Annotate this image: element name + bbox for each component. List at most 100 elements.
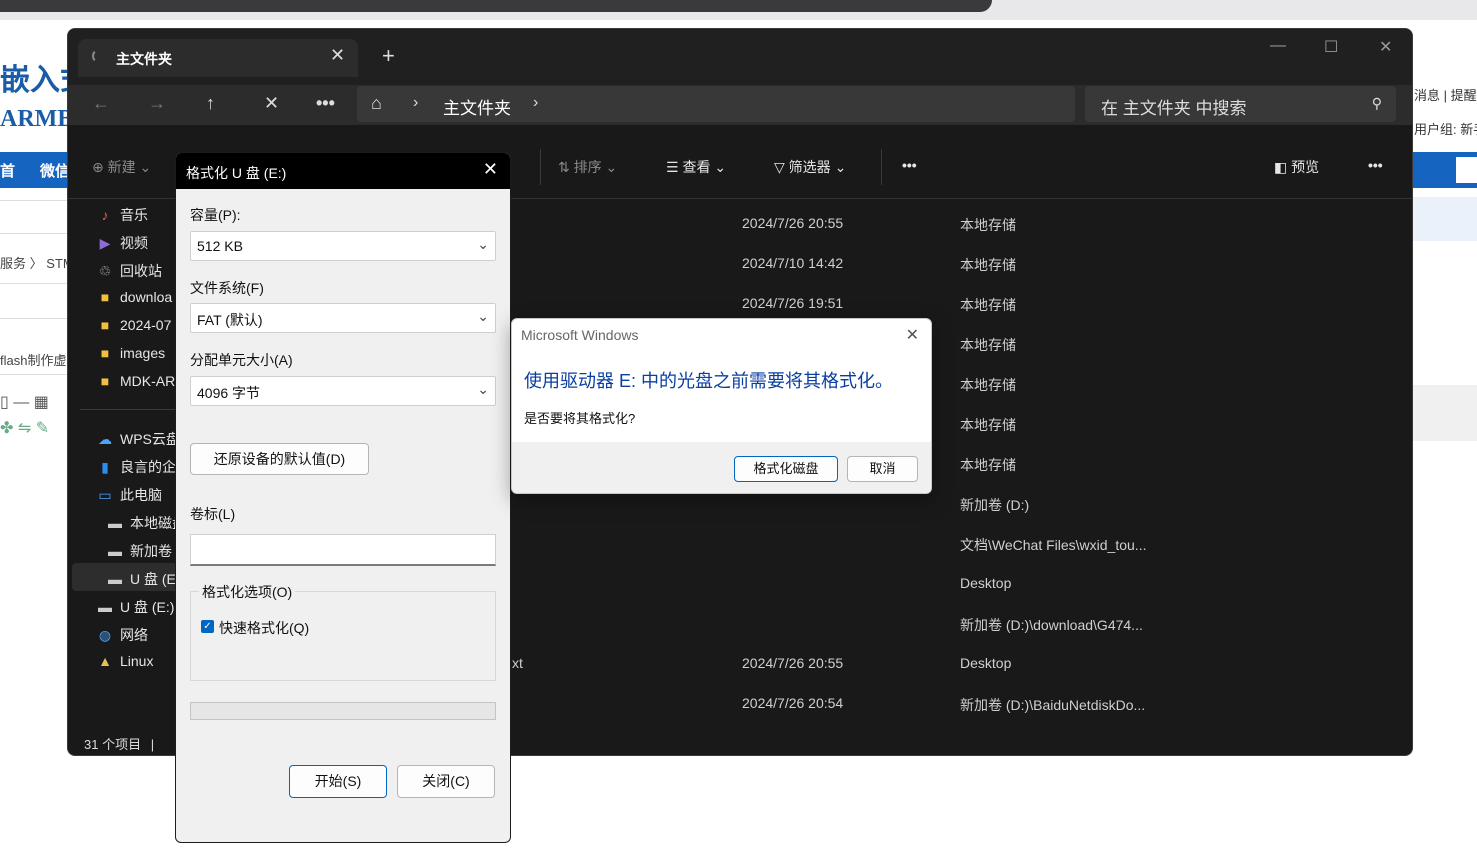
restore-defaults-button[interactable]: 还原设备的默认值(D) xyxy=(190,443,369,475)
cancel-button[interactable]: 取消 xyxy=(847,456,918,482)
title-bar: 主文件夹 ✕ + — ☐ ✕ xyxy=(68,29,1412,85)
new-button[interactable]: ⊕ 新建 ⌄ xyxy=(92,157,151,177)
breadcrumb-separator: 〉 xyxy=(29,256,43,271)
preview-pane-icon: ◧ xyxy=(1274,159,1288,175)
filter-button[interactable]: ▽ 筛选器 ⌄ xyxy=(774,157,846,177)
site-banner xyxy=(1412,197,1477,241)
format-options-group: 格式化选项(O) ✓ 快速格式化(Q) xyxy=(190,582,496,681)
address-text[interactable]: 主文件夹 xyxy=(443,94,511,119)
view-button-label: 查看 xyxy=(682,159,711,175)
forward-icon[interactable]: → xyxy=(148,93,166,114)
row-location[interactable]: 本地存储 xyxy=(960,415,1016,435)
preview-button-label: 预览 xyxy=(1291,159,1320,175)
search-box[interactable]: 在 主文件夹 中搜索 ⚲ xyxy=(1085,86,1396,122)
row-location[interactable]: 本地存储 xyxy=(960,375,1016,395)
tab-title: 主文件夹 xyxy=(116,51,172,67)
messages-link-text[interactable]: 消息 xyxy=(1414,88,1440,103)
row-location[interactable]: 文档\WeChat Files\wxid_tou... xyxy=(960,535,1146,555)
item-count: 31 个项目 xyxy=(84,737,142,752)
row-date[interactable]: 2024/7/26 19:51 xyxy=(742,295,843,311)
format-disk-button[interactable]: 格式化磁盘 xyxy=(734,456,838,482)
sort-icon: ⇅ xyxy=(558,159,570,175)
file-system-value: FAT (默认) xyxy=(197,312,263,328)
site-nav-item-wechat[interactable]: 微信 xyxy=(40,160,70,181)
capacity-label: 容量(P): xyxy=(190,207,241,223)
chevron-down-icon: ⌄ xyxy=(834,159,847,175)
close-icon[interactable]: ✕ xyxy=(483,159,498,180)
search-icon[interactable]: ⚲ xyxy=(1372,95,1382,112)
tab-close-icon[interactable]: ✕ xyxy=(330,45,345,66)
row-location[interactable]: 本地存储 xyxy=(960,255,1016,275)
row-date[interactable]: 2024/7/26 20:55 xyxy=(742,655,843,671)
volume-label-label: 卷标(L) xyxy=(190,506,236,522)
back-icon[interactable]: ← xyxy=(92,93,110,114)
row-location[interactable]: Desktop xyxy=(960,575,1011,591)
row-location[interactable]: 新加卷 (D:)\BaiduNetdiskDo... xyxy=(960,695,1145,715)
row-location[interactable]: Desktop xyxy=(960,655,1011,671)
file-system-label: 文件系统(F) xyxy=(190,280,264,296)
row-name[interactable]: xt xyxy=(512,655,523,671)
row-location[interactable]: 本地存储 xyxy=(960,335,1016,355)
chevron-down-icon: ⌄ xyxy=(477,236,489,252)
file-system-select[interactable]: FAT (默认) ⌄ xyxy=(190,303,496,333)
chevron-right-icon[interactable]: › xyxy=(413,94,418,112)
chevron-down-icon: ⌄ xyxy=(477,381,489,397)
see-more-icon[interactable]: ••• xyxy=(1368,157,1383,173)
preview-button[interactable]: ◧ 预览 xyxy=(1274,157,1319,177)
link-separator: | xyxy=(1443,88,1448,103)
row-location[interactable]: 新加卷 (D:)\download\G474... xyxy=(960,615,1143,635)
volume-label-input[interactable] xyxy=(190,534,496,566)
divider xyxy=(0,283,70,284)
filter-icon: ▽ xyxy=(774,159,785,175)
row-date[interactable]: 2024/7/26 20:54 xyxy=(742,695,843,711)
view-list-icon: ☰ xyxy=(666,159,679,175)
quick-format-checkbox[interactable]: ✓ xyxy=(201,620,214,633)
capacity-select[interactable]: 512 KB ⌄ xyxy=(190,231,496,261)
editor-toolbar-icons-row2[interactable]: ✤ ⇋ ✎ xyxy=(0,418,49,438)
editor-toolbar-icons[interactable]: ▯ — ▦ xyxy=(0,392,49,412)
home-icon[interactable]: ⌂ xyxy=(371,93,382,114)
divider xyxy=(0,200,70,201)
search-placeholder[interactable]: 在 主文件夹 中搜索 xyxy=(1101,94,1246,119)
site-search-input[interactable] xyxy=(1456,157,1477,183)
filter-button-label: 筛选器 xyxy=(788,159,831,175)
chevron-down-icon: ⌄ xyxy=(605,159,618,175)
message-dialog-title: Microsoft Windows xyxy=(521,327,639,343)
format-options-label: 格式化选项(O) xyxy=(199,582,296,602)
sort-button-label: 排序 xyxy=(573,159,602,175)
capacity-value: 512 KB xyxy=(197,238,243,254)
row-date[interactable]: 2024/7/26 20:55 xyxy=(742,215,843,231)
address-bar[interactable]: ⌂ › 主文件夹 › xyxy=(357,86,1075,122)
up-icon[interactable]: ↑ xyxy=(206,93,215,114)
stop-icon[interactable]: ✕ xyxy=(264,93,279,114)
maximize-icon[interactable]: ☐ xyxy=(1324,37,1338,57)
toolbar-divider xyxy=(881,149,882,185)
quick-format-label[interactable]: 快速格式化(Q) xyxy=(219,618,309,638)
view-button[interactable]: ☰ 查看 ⌄ xyxy=(666,157,726,177)
row-location[interactable]: 新加卷 (D:) xyxy=(960,495,1029,515)
row-location[interactable]: 本地存储 xyxy=(960,295,1016,315)
site-nav-item-home[interactable]: 首 xyxy=(0,160,15,181)
browser-address-bar[interactable] xyxy=(0,0,992,12)
new-button-label: 新建 xyxy=(107,159,136,175)
breadcrumb-item[interactable]: 服务 xyxy=(0,256,26,271)
row-location[interactable]: 本地存储 xyxy=(960,215,1016,235)
reminders-link-text[interactable]: 提醒 xyxy=(1451,88,1477,103)
row-location[interactable]: 本地存储 xyxy=(960,455,1016,475)
more-options-icon[interactable]: ••• xyxy=(902,157,917,173)
row-date[interactable]: 2024/7/10 14:42 xyxy=(742,255,843,271)
close-button[interactable]: 关闭(C) xyxy=(397,765,495,798)
window-close-icon[interactable]: ✕ xyxy=(1379,37,1392,57)
chevron-right-icon[interactable]: › xyxy=(533,94,538,112)
sort-button[interactable]: ⇅ 排序 ⌄ xyxy=(558,157,617,177)
divider xyxy=(0,318,70,319)
site-messages-link[interactable]: 消息 | 提醒 xyxy=(1414,85,1477,104)
more-nav-icon[interactable]: ••• xyxy=(316,93,335,114)
close-icon[interactable]: ✕ xyxy=(906,325,919,345)
explorer-tab[interactable]: 主文件夹 ✕ xyxy=(78,39,358,77)
allocation-unit-select[interactable]: 4096 字节 ⌄ xyxy=(190,376,496,406)
start-button[interactable]: 开始(S) xyxy=(289,765,387,798)
minimize-icon[interactable]: — xyxy=(1270,37,1286,55)
format-dialog-title: 格式化 U 盘 (E:) xyxy=(186,165,287,181)
new-tab-icon[interactable]: + xyxy=(382,43,395,69)
